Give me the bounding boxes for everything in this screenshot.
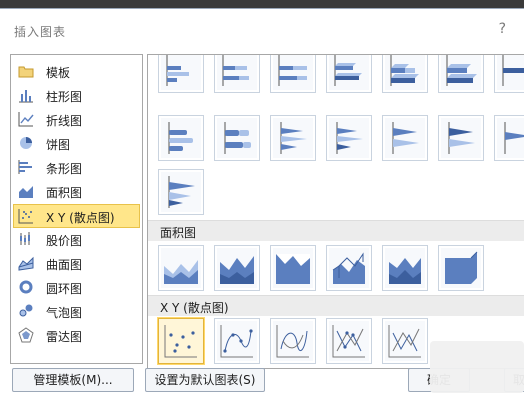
cylinder-bar-thumb[interactable]	[214, 115, 260, 161]
sidebar-item-area[interactable]: 面积图	[14, 180, 140, 202]
sidebar-item-line[interactable]: 折线图	[14, 108, 140, 130]
sidebar-item-label: 模板	[46, 66, 71, 80]
cone-bar-thumb[interactable]	[382, 115, 428, 161]
stock-chart-icon	[20, 232, 30, 245]
sidebar-item-bubble[interactable]: 气泡图	[14, 300, 140, 322]
pie-chart-icon	[20, 137, 32, 149]
area-subtype-thumb[interactable]	[214, 245, 260, 291]
title-bar: 插入图表 ?	[0, 9, 524, 51]
sidebar-item-label: 饼图	[46, 138, 71, 152]
bubble-chart-icon	[19, 304, 33, 317]
section-label: X Y (散点图)	[160, 301, 229, 315]
sidebar-item-pie[interactable]: 饼图	[14, 132, 140, 154]
cone-bar-thumb[interactable]	[270, 115, 316, 161]
bar-subtype-thumb[interactable]	[270, 55, 316, 93]
bar-subtype-thumb[interactable]	[158, 55, 204, 93]
sidebar-item-column[interactable]: 柱形图	[14, 84, 140, 106]
bar-3d-subtype-thumb[interactable]	[382, 55, 428, 93]
sidebar-item-label: 气泡图	[46, 306, 83, 320]
scatter-chart-icon	[18, 209, 33, 224]
section-header-scatter: X Y (散点图)	[148, 295, 524, 316]
sidebar-item-stock[interactable]: 股价图	[14, 228, 140, 250]
sidebar-item-scatter[interactable]: X Y (散点图)	[13, 204, 140, 228]
scatter-markers-only-thumb[interactable]	[158, 318, 204, 364]
sidebar-item-label: X Y (散点图)	[46, 211, 115, 225]
sidebar-item-label: 面积图	[46, 186, 83, 200]
sidebar-item-label: 柱形图	[46, 90, 83, 104]
bar-3d-subtype-thumb[interactable]	[438, 55, 484, 93]
dialog-title: 插入图表	[14, 25, 67, 39]
scatter-straight-markers-thumb[interactable]	[326, 318, 372, 364]
sidebar-item-templates[interactable]: 模板	[14, 60, 140, 82]
section-label: 面积图	[160, 226, 197, 240]
blur-overlay	[430, 341, 524, 393]
cylinder-bar-thumb[interactable]	[158, 115, 204, 161]
pyramid-bar-thumb[interactable]	[158, 169, 204, 215]
sidebar-item-label: 圆环图	[46, 282, 83, 296]
sidebar-item-label: 雷达图	[46, 330, 83, 344]
area-3d-subtype-thumb[interactable]	[438, 245, 484, 291]
bar-subtype-thumb[interactable]	[214, 55, 260, 93]
cone-bar-thumb[interactable]	[326, 115, 372, 161]
set-default-chart-button[interactable]: 设置为默认图表(S)	[145, 368, 265, 392]
scatter-smooth-markers-thumb[interactable]	[214, 318, 260, 364]
area-3d-subtype-thumb[interactable]	[326, 245, 372, 291]
sidebar-item-doughnut[interactable]: 圆环图	[14, 276, 140, 298]
sidebar-item-label: 条形图	[46, 162, 83, 176]
radar-chart-icon	[18, 327, 34, 343]
column-chart-icon	[19, 90, 33, 103]
bar-chart-icon	[18, 160, 32, 174]
doughnut-chart-icon	[19, 280, 33, 294]
sidebar-item-label: 股价图	[46, 234, 83, 248]
scatter-smooth-lines-thumb[interactable]	[270, 318, 316, 364]
chart-subtype-gallery: 面积图 X Y (散点图)	[147, 54, 524, 369]
area-subtype-thumb[interactable]	[158, 245, 204, 291]
manage-templates-button[interactable]: 管理模板(M)...	[12, 368, 134, 392]
bar-3d-subtype-thumb[interactable]	[326, 55, 372, 93]
line-chart-icon	[18, 112, 34, 127]
area-3d-subtype-thumb[interactable]	[382, 245, 428, 291]
insert-chart-dialog: 插入图表 ? 模板 柱形图 折线图 饼图 条形图 面积图 X Y (散点图) 股…	[0, 8, 524, 419]
bar-3d-subtype-thumb[interactable]	[494, 55, 524, 93]
folder-icon	[18, 66, 34, 78]
cone-bar-thumb[interactable]	[494, 115, 524, 161]
cone-bar-thumb[interactable]	[438, 115, 484, 161]
area-chart-icon	[19, 186, 33, 198]
sidebar-item-bar[interactable]: 条形图	[14, 156, 140, 178]
sidebar-item-radar[interactable]: 雷达图	[14, 324, 140, 346]
sidebar-item-label: 曲面图	[46, 258, 83, 272]
sidebar-item-surface[interactable]: 曲面图	[14, 252, 140, 274]
help-button[interactable]: ?	[499, 21, 506, 37]
scatter-straight-lines-thumb[interactable]	[382, 318, 428, 364]
section-header-area: 面积图	[148, 220, 524, 241]
surface-chart-icon	[18, 256, 34, 271]
area-subtype-thumb[interactable]	[270, 245, 316, 291]
chart-type-list: 模板 柱形图 折线图 饼图 条形图 面积图 X Y (散点图) 股价图 曲面图 …	[10, 54, 143, 364]
sidebar-item-label: 折线图	[46, 114, 83, 128]
